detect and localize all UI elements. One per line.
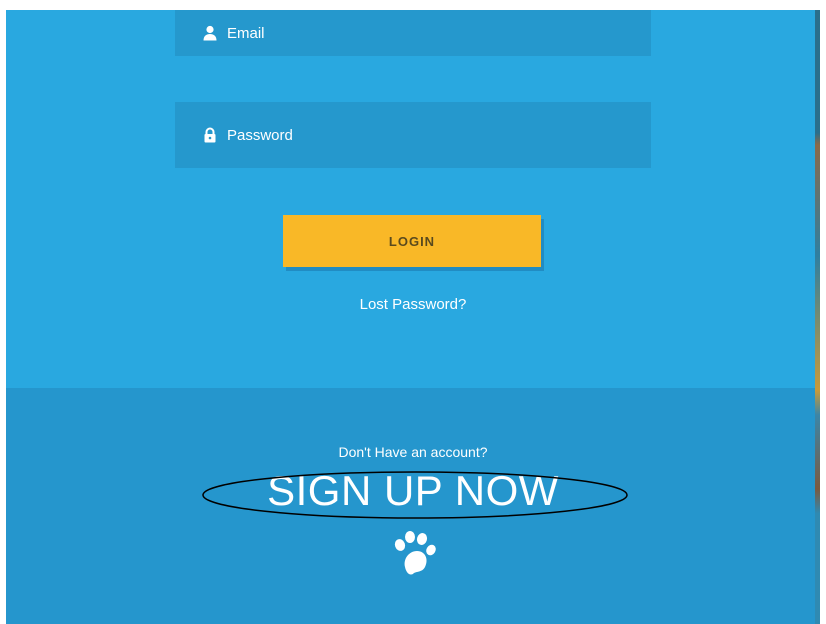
email-field[interactable]: Email bbox=[175, 10, 651, 56]
login-button[interactable]: LOGIN bbox=[283, 215, 541, 267]
password-field[interactable]: Password bbox=[175, 102, 651, 168]
password-placeholder: Password bbox=[227, 126, 293, 144]
user-icon bbox=[203, 25, 217, 41]
window-edge bbox=[815, 10, 820, 624]
page: Email Password LOGIN Lost Password? Don'… bbox=[6, 10, 820, 624]
login-panel: Email Password LOGIN Lost Password? bbox=[6, 10, 820, 388]
lock-icon bbox=[204, 127, 216, 143]
lost-password-link[interactable]: Lost Password? bbox=[6, 296, 820, 313]
account-prompt: Don't Have an account? bbox=[338, 444, 488, 460]
sign-up-link[interactable]: SIGN UP NOW bbox=[6, 466, 820, 516]
email-placeholder: Email bbox=[227, 24, 265, 42]
paw-icon bbox=[394, 531, 436, 575]
